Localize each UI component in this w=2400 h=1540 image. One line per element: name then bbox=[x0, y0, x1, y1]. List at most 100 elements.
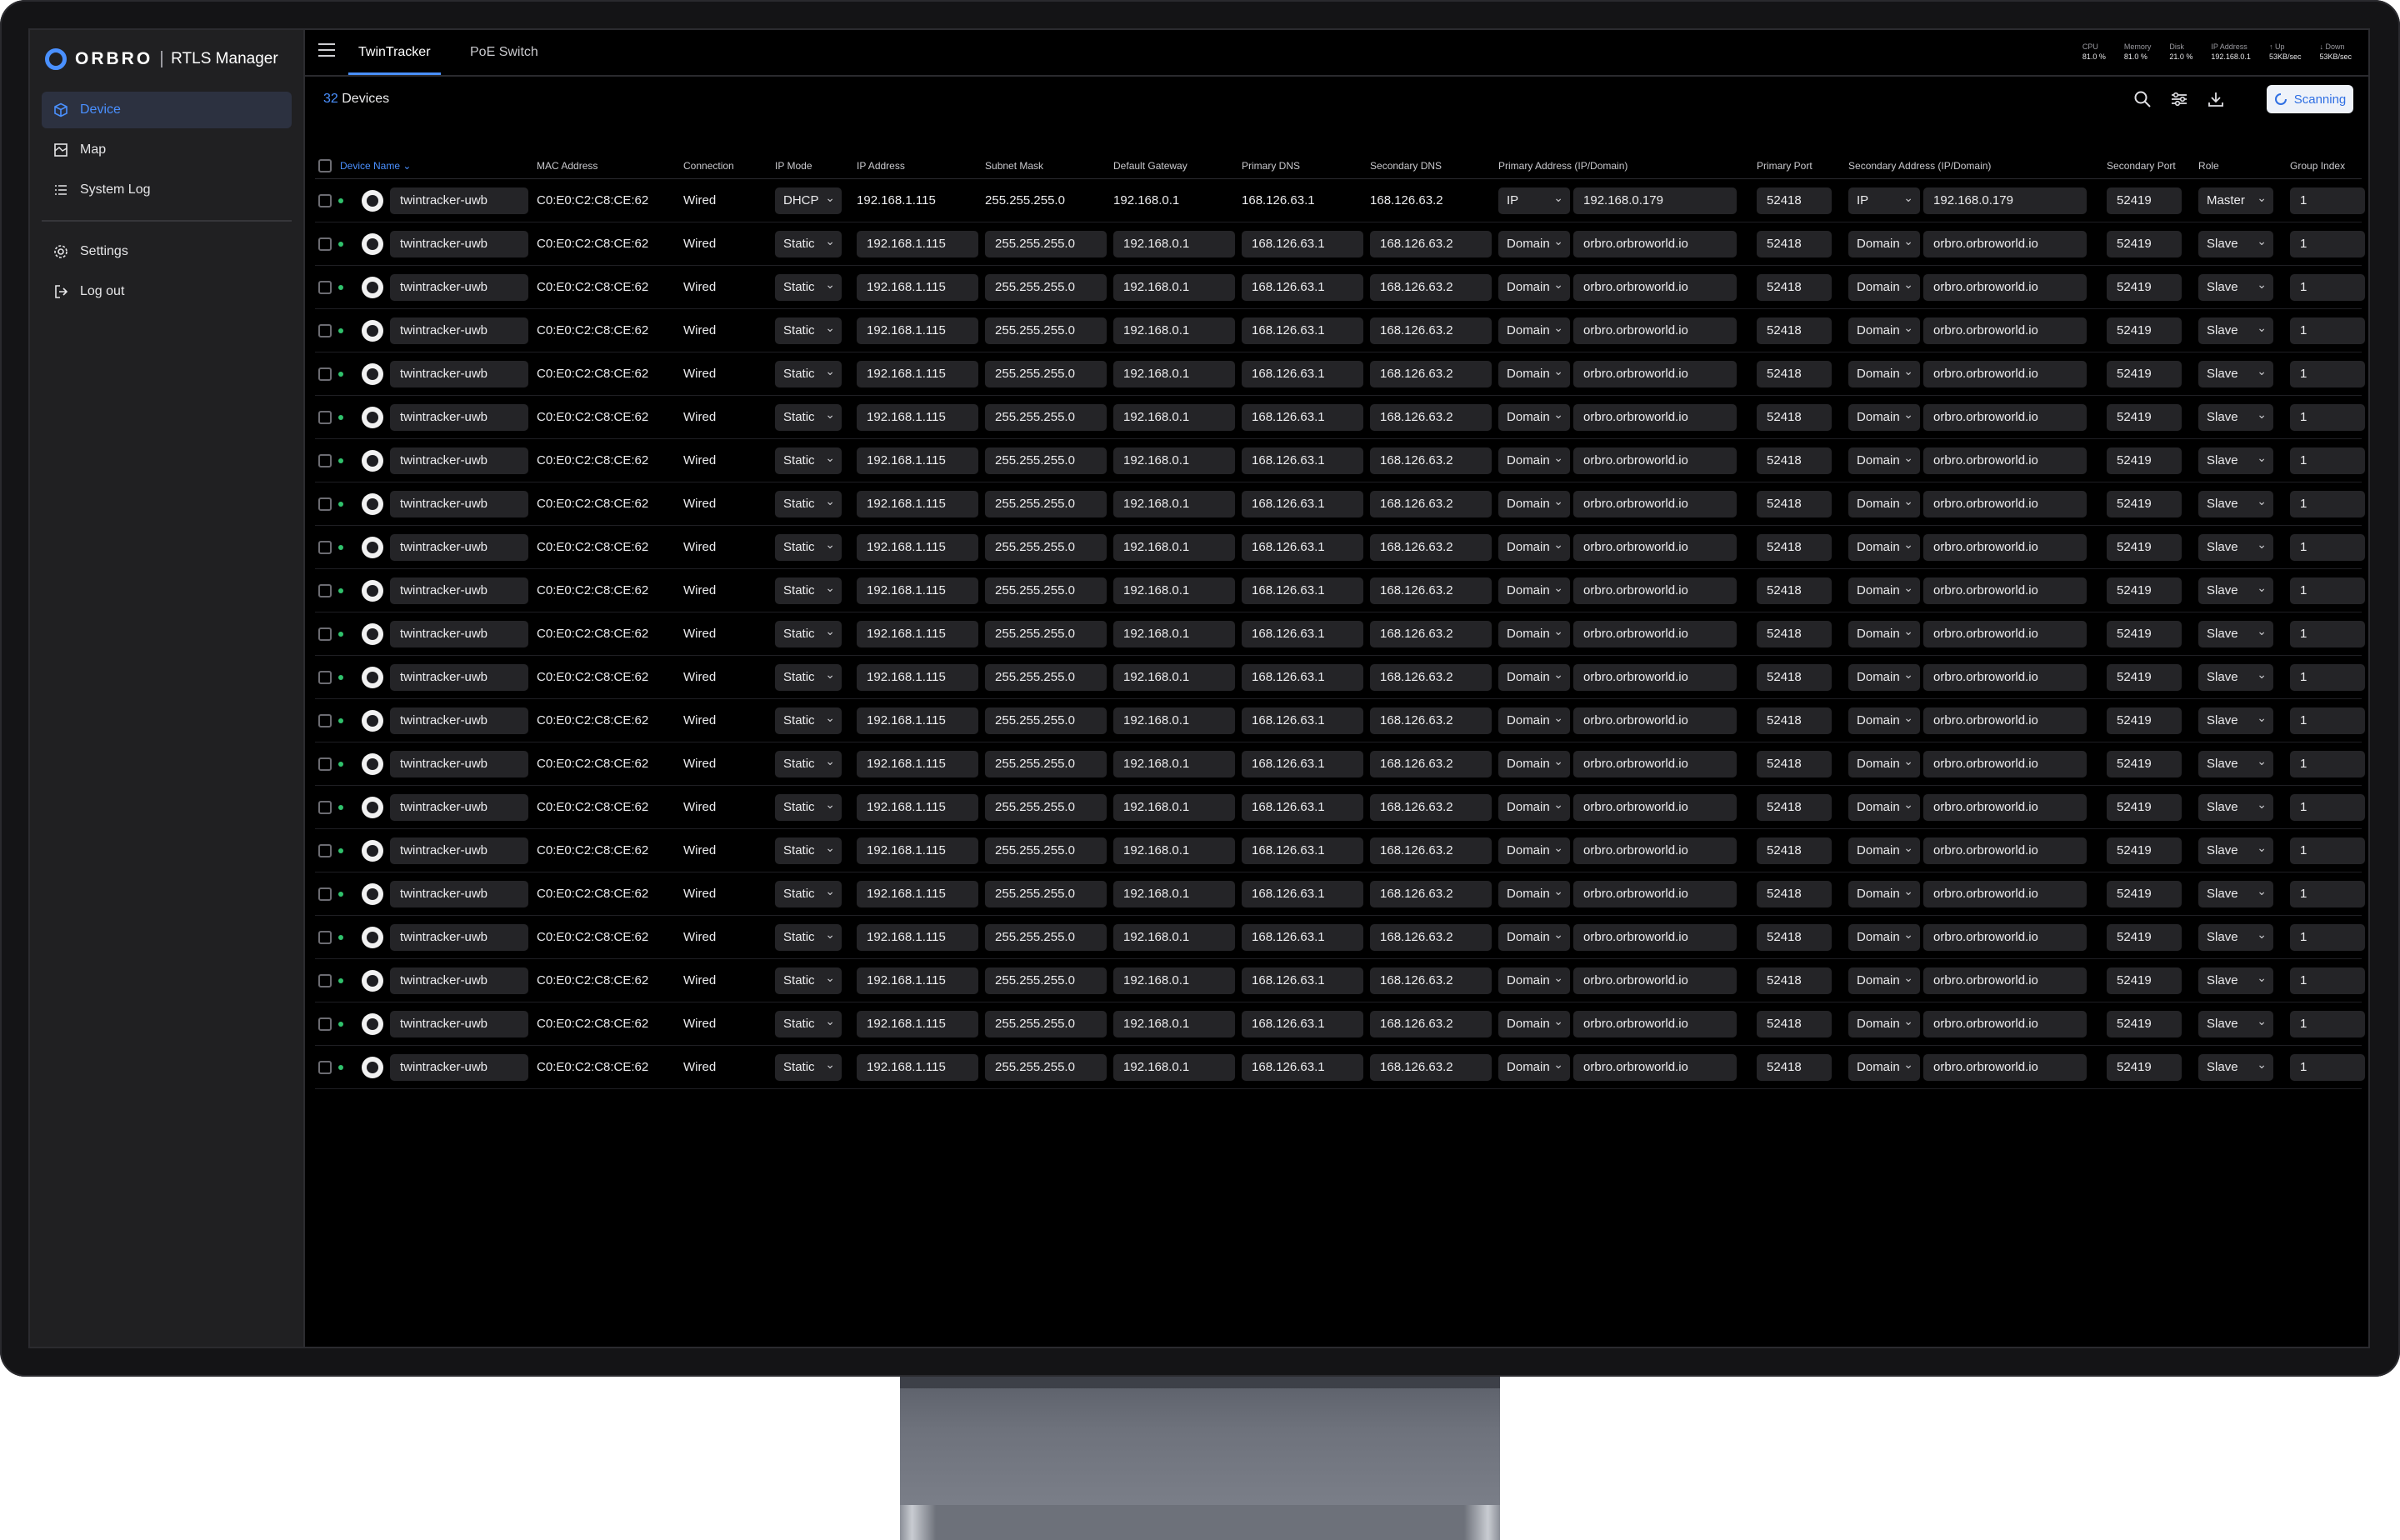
secondary-address-type-select[interactable]: Domain bbox=[1848, 921, 1921, 951]
row-checkbox[interactable] bbox=[318, 584, 332, 598]
primary-dns-input[interactable]: 168.126.63.1 bbox=[1242, 230, 1364, 258]
group-index-input[interactable]: 1 bbox=[2290, 750, 2366, 778]
default-gateway-input[interactable]: 192.168.0.1 bbox=[1113, 577, 1236, 604]
primary-dns-input[interactable]: 168.126.63.1 bbox=[1242, 533, 1364, 561]
table-row[interactable]: twintracker-uwb C0:E0:C2:C8:CE:62 Wired Sta… bbox=[315, 698, 2366, 742]
primary-address-type-select[interactable]: Domain bbox=[1498, 921, 1571, 951]
primary-dns-input[interactable]: 168.126.63.1 bbox=[1242, 837, 1364, 864]
secondary-address-input[interactable]: orbro.orbroworld.io bbox=[1923, 793, 2088, 821]
primary-address-type-select[interactable]: Domain bbox=[1498, 228, 1571, 258]
default-gateway-input[interactable]: 192.168.0.1 bbox=[1113, 360, 1236, 388]
device-name-input[interactable]: twintracker-uwb bbox=[390, 317, 528, 344]
device-name-input[interactable]: twintracker-uwb bbox=[390, 447, 528, 474]
secondary-address-type-select[interactable]: Domain bbox=[1848, 1008, 1921, 1038]
ip-address-input[interactable]: 192.168.1.115 bbox=[857, 317, 979, 344]
primary-address-input[interactable]: orbro.orbroworld.io bbox=[1573, 793, 1738, 821]
role-select[interactable]: Slave bbox=[2198, 878, 2274, 908]
primary-port-input[interactable]: 52418 bbox=[1757, 837, 1832, 864]
column-connection[interactable]: Connection bbox=[677, 153, 769, 179]
table-row[interactable]: twintracker-uwb C0:E0:C2:C8:CE:62 Wired Sta… bbox=[315, 785, 2366, 829]
ip-address-input[interactable]: 192.168.1.115 bbox=[857, 750, 979, 778]
ip-mode-select[interactable]: Static bbox=[775, 574, 842, 604]
primary-address-input[interactable]: orbro.orbroworld.io bbox=[1573, 923, 1738, 951]
role-select[interactable]: Master bbox=[2198, 184, 2274, 214]
column-subnet-mask[interactable]: Subnet Mask bbox=[978, 153, 1108, 179]
primary-address-input[interactable]: 192.168.0.179 bbox=[1573, 187, 1738, 214]
default-gateway-input[interactable]: 192.168.0.1 bbox=[1113, 663, 1236, 691]
group-index-input[interactable]: 1 bbox=[2290, 317, 2366, 344]
primary-address-type-select[interactable]: Domain bbox=[1498, 358, 1571, 388]
role-select[interactable]: Slave bbox=[2198, 618, 2274, 648]
primary-address-input[interactable]: orbro.orbroworld.io bbox=[1573, 273, 1738, 301]
group-index-input[interactable]: 1 bbox=[2290, 923, 2366, 951]
secondary-port-input[interactable]: 52419 bbox=[2107, 403, 2182, 431]
primary-address-input[interactable]: orbro.orbroworld.io bbox=[1573, 707, 1738, 734]
primary-port-input[interactable]: 52418 bbox=[1757, 880, 1832, 908]
role-select[interactable]: Slave bbox=[2198, 921, 2274, 951]
primary-address-input[interactable]: orbro.orbroworld.io bbox=[1573, 967, 1738, 994]
primary-address-type-select[interactable]: Domain bbox=[1498, 574, 1571, 604]
secondary-address-type-select[interactable]: Domain bbox=[1848, 358, 1921, 388]
row-checkbox[interactable] bbox=[318, 1061, 332, 1075]
table-row[interactable]: twintracker-uwb C0:E0:C2:C8:CE:62 Wired Sta… bbox=[315, 915, 2366, 959]
primary-address-type-select[interactable]: Domain bbox=[1498, 748, 1571, 778]
secondary-port-input[interactable]: 52419 bbox=[2107, 1010, 2182, 1038]
device-name-input[interactable]: twintracker-uwb bbox=[390, 793, 528, 821]
primary-address-input[interactable]: orbro.orbroworld.io bbox=[1573, 837, 1738, 864]
table-row[interactable]: twintracker-uwb C0:E0:C2:C8:CE:62 Wired Sta… bbox=[315, 438, 2366, 482]
primary-dns-input[interactable]: 168.126.63.1 bbox=[1242, 577, 1364, 604]
table-row[interactable]: twintracker-uwb C0:E0:C2:C8:CE:62 Wired Sta… bbox=[315, 265, 2366, 309]
secondary-address-input[interactable]: orbro.orbroworld.io bbox=[1923, 837, 2088, 864]
device-name-input[interactable]: twintracker-uwb bbox=[390, 533, 528, 561]
role-select[interactable]: Slave bbox=[2198, 791, 2274, 821]
role-select[interactable]: Slave bbox=[2198, 488, 2274, 518]
secondary-port-input[interactable]: 52419 bbox=[2107, 187, 2182, 214]
subnet-mask-input[interactable]: 255.255.255.0 bbox=[985, 273, 1108, 301]
secondary-address-type-select[interactable]: Domain bbox=[1848, 748, 1921, 778]
row-checkbox[interactable] bbox=[318, 628, 332, 642]
menu-icon[interactable] bbox=[318, 43, 335, 58]
secondary-dns-input[interactable]: 168.126.63.2 bbox=[1370, 620, 1492, 648]
primary-address-type-select[interactable]: Domain bbox=[1498, 444, 1571, 474]
group-index-input[interactable]: 1 bbox=[2290, 620, 2366, 648]
secondary-dns-input[interactable]: 168.126.63.2 bbox=[1370, 447, 1492, 474]
column-ip-mode[interactable]: IP Mode bbox=[768, 153, 851, 179]
secondary-dns-input[interactable]: 168.126.63.2 bbox=[1370, 533, 1492, 561]
ip-mode-select[interactable]: Static bbox=[775, 358, 842, 388]
secondary-port-input[interactable]: 52419 bbox=[2107, 663, 2182, 691]
primary-address-input[interactable]: orbro.orbroworld.io bbox=[1573, 1053, 1738, 1081]
select-all-checkbox[interactable] bbox=[318, 159, 332, 172]
table-row[interactable]: twintracker-uwb C0:E0:C2:C8:CE:62 Wired Sta… bbox=[315, 222, 2366, 266]
subnet-mask-input[interactable]: 255.255.255.0 bbox=[985, 967, 1108, 994]
device-name-input[interactable]: twintracker-uwb bbox=[390, 1053, 528, 1081]
primary-address-input[interactable]: orbro.orbroworld.io bbox=[1573, 533, 1738, 561]
secondary-address-type-select[interactable]: Domain bbox=[1848, 834, 1921, 864]
role-select[interactable]: Slave bbox=[2198, 531, 2274, 561]
secondary-address-input[interactable]: orbro.orbroworld.io bbox=[1923, 663, 2088, 691]
primary-dns-input[interactable]: 168.126.63.1 bbox=[1242, 1010, 1364, 1038]
secondary-dns-input[interactable]: 168.126.63.2 bbox=[1370, 663, 1492, 691]
subnet-mask-input[interactable]: 255.255.255.0 bbox=[985, 317, 1108, 344]
ip-mode-select[interactable]: Static bbox=[775, 618, 842, 648]
primary-port-input[interactable]: 52418 bbox=[1757, 230, 1832, 258]
default-gateway-input[interactable]: 192.168.0.1 bbox=[1113, 880, 1236, 908]
subnet-mask-input[interactable]: 255.255.255.0 bbox=[985, 880, 1108, 908]
row-checkbox[interactable] bbox=[318, 671, 332, 685]
secondary-address-input[interactable]: orbro.orbroworld.io bbox=[1923, 707, 2088, 734]
default-gateway-input[interactable]: 192.168.0.1 bbox=[1113, 837, 1236, 864]
ip-mode-select[interactable]: Static bbox=[775, 791, 842, 821]
secondary-address-type-select[interactable]: Domain bbox=[1848, 704, 1921, 734]
device-name-input[interactable]: twintracker-uwb bbox=[390, 750, 528, 778]
column-mac-address[interactable]: MAC Address bbox=[530, 153, 678, 179]
group-index-input[interactable]: 1 bbox=[2290, 837, 2366, 864]
device-name-input[interactable]: twintracker-uwb bbox=[390, 577, 528, 604]
secondary-address-input[interactable]: orbro.orbroworld.io bbox=[1923, 317, 2088, 344]
primary-address-input[interactable]: orbro.orbroworld.io bbox=[1573, 663, 1738, 691]
row-checkbox[interactable] bbox=[318, 324, 332, 338]
primary-dns-input[interactable]: 168.126.63.1 bbox=[1242, 360, 1364, 388]
secondary-port-input[interactable]: 52419 bbox=[2107, 620, 2182, 648]
column-role[interactable]: Role bbox=[2192, 153, 2284, 179]
primary-port-input[interactable]: 52418 bbox=[1757, 967, 1832, 994]
secondary-address-input[interactable]: orbro.orbroworld.io bbox=[1923, 403, 2088, 431]
download-icon[interactable] bbox=[2207, 90, 2225, 108]
